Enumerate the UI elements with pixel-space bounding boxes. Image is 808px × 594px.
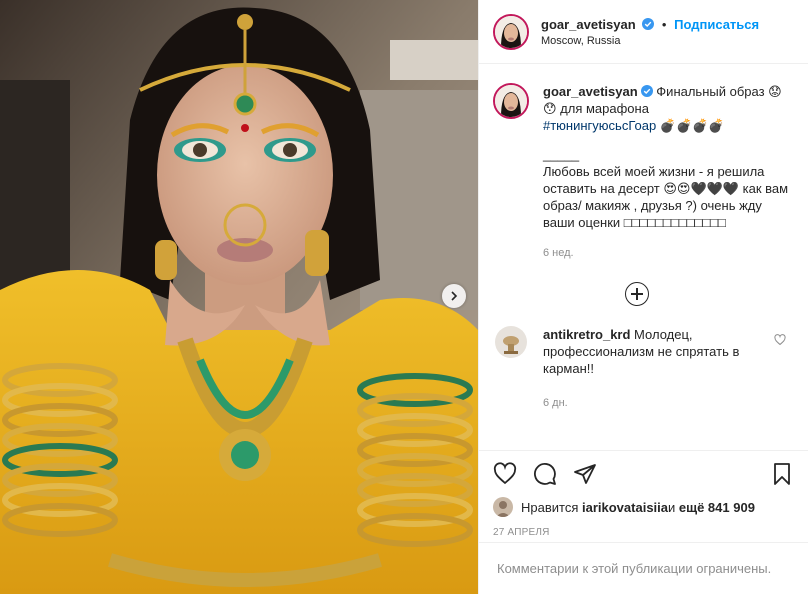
avatar-image	[493, 497, 513, 517]
comment-item: antikretro_krd Молодец, профессионализм …	[493, 326, 794, 412]
post-actions: Нравится iarikovataisiia и ещё 841 909 2…	[479, 450, 808, 538]
chevron-right-icon	[451, 291, 458, 301]
comment-like-button[interactable]	[774, 334, 786, 349]
liker-avatar[interactable]	[493, 497, 513, 517]
comment-icon	[534, 463, 556, 485]
follow-button[interactable]: Подписаться	[674, 17, 759, 32]
comment-button[interactable]	[533, 462, 557, 486]
post-date[interactable]: 27 АПРЕЛЯ	[493, 527, 794, 538]
caption-text: Любовь всей моей жизни - я решила остави…	[543, 164, 789, 230]
avatar-image	[495, 15, 527, 48]
author-avatar[interactable]	[493, 13, 529, 50]
save-button[interactable]	[770, 462, 794, 486]
load-more-comments-button[interactable]	[625, 282, 649, 306]
comments-limited-notice: Комментарии к этой публикации ограничены…	[479, 542, 808, 594]
author-username[interactable]: goar_avetisyan	[541, 17, 636, 32]
caption-timestamp[interactable]: 6 нед.	[543, 245, 791, 262]
caption-hashtag[interactable]: #тюнингуюсьсГоар	[543, 118, 656, 133]
location-link[interactable]: Moscow, Russia	[541, 35, 759, 47]
separator-dot: •	[661, 16, 667, 32]
verified-badge-icon	[640, 85, 653, 97]
commenter-username[interactable]: antikretro_krd	[543, 327, 630, 342]
caption-hashtag-suffix: 💣💣💣💣	[656, 118, 725, 133]
post-header: goar_avetisyan • Подписаться Moscow, Rus…	[479, 0, 808, 64]
post-image	[0, 0, 478, 594]
post-side-panel: goar_avetisyan • Подписаться Moscow, Rus…	[478, 0, 808, 594]
caption-divider: _____	[543, 147, 580, 162]
bookmark-icon	[774, 463, 790, 485]
avatar-image	[495, 326, 527, 358]
caption: goar_avetisyan Финальный образ 😟😯 для ма…	[493, 83, 794, 262]
heart-icon	[774, 334, 786, 346]
caption-avatar[interactable]	[493, 83, 529, 119]
paper-plane-icon	[574, 464, 596, 484]
commenter-avatar[interactable]	[495, 326, 527, 358]
comment-timestamp[interactable]: 6 дн.	[543, 395, 761, 412]
next-photo-button[interactable]	[442, 284, 466, 308]
likes-middle: и	[668, 499, 676, 515]
post-photo[interactable]	[0, 0, 478, 594]
share-button[interactable]	[573, 462, 597, 486]
comments-section[interactable]: goar_avetisyan Финальный образ 😟😯 для ма…	[479, 65, 808, 450]
comment-body: antikretro_krd Молодец, профессионализм …	[543, 326, 761, 412]
likes-summary: Нравится iarikovataisiia и ещё 841 909	[493, 497, 794, 517]
action-icons	[493, 459, 794, 489]
heart-icon	[493, 462, 517, 485]
like-button[interactable]	[493, 462, 517, 486]
likes-prefix: Нравится	[521, 499, 579, 515]
likes-count[interactable]: ещё 841 909	[679, 500, 755, 515]
avatar-image	[495, 85, 527, 117]
caption-body: goar_avetisyan Финальный образ 😟😯 для ма…	[543, 83, 791, 262]
caption-username[interactable]: goar_avetisyan	[543, 84, 638, 99]
liker-username[interactable]: iarikovataisiia	[582, 500, 668, 515]
verified-badge-icon	[642, 17, 655, 30]
instagram-post: goar_avetisyan • Подписаться Moscow, Rus…	[0, 0, 808, 594]
header-meta: goar_avetisyan • Подписаться Moscow, Rus…	[541, 17, 759, 47]
